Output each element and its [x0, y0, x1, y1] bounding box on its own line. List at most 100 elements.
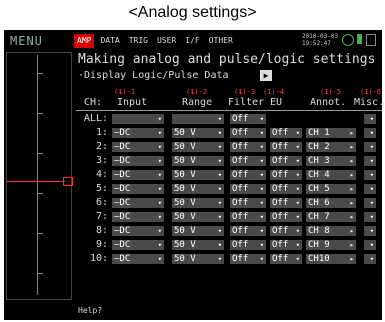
- annotation-field[interactable]: CH 1 ▸: [306, 128, 356, 138]
- range-dropdown[interactable]: 50 V ▾: [172, 156, 224, 166]
- annotation-field[interactable]: CH 5 ▸: [306, 184, 356, 194]
- triangle-down-icon: ▾: [217, 143, 222, 151]
- filter-dropdown[interactable]: Off ▾: [230, 170, 266, 180]
- misc-dropdown[interactable]: ▾: [364, 142, 376, 152]
- range-dropdown[interactable]: 50 V ▾: [172, 240, 224, 250]
- triangle-down-icon: ▾: [369, 255, 374, 263]
- filter-dropdown[interactable]: Off ▾: [230, 226, 266, 236]
- filter-dropdown-value: Off: [232, 184, 249, 194]
- filter-dropdown[interactable]: Off ▾: [230, 212, 266, 222]
- input-dropdown[interactable]: —DC ▾: [112, 128, 164, 138]
- annotation-field[interactable]: CH10 ▸: [306, 254, 356, 264]
- range-dropdown[interactable]: 50 V ▾: [172, 212, 224, 222]
- eu-dropdown[interactable]: Off ▾: [270, 184, 302, 194]
- misc-dropdown[interactable]: ▾: [364, 128, 376, 138]
- tab-other[interactable]: OTHER: [206, 34, 236, 48]
- annotation-field[interactable]: CH 8 ▸: [306, 226, 356, 236]
- triangle-right-icon: ▸: [349, 143, 354, 151]
- eu-dropdown[interactable]: Off ▾: [270, 226, 302, 236]
- col-misc: Misc.: [354, 97, 382, 108]
- tab-trig[interactable]: TRIG: [126, 34, 151, 48]
- input-dropdown[interactable]: —DC ▾: [112, 184, 164, 194]
- all-misc-dropdown[interactable]: ▾: [364, 114, 376, 124]
- annotation-field-value: CH 2: [308, 142, 330, 152]
- menu-label[interactable]: MENU: [10, 34, 43, 48]
- filter-dropdown[interactable]: Off ▾: [230, 184, 266, 194]
- all-range-dropdown[interactable]: ▾: [172, 114, 224, 124]
- input-dropdown[interactable]: —DC ▾: [112, 254, 164, 264]
- annotation-field-value: CH 5: [308, 184, 330, 194]
- all-input-dropdown[interactable]: ▾: [112, 114, 164, 124]
- misc-dropdown[interactable]: ▾: [364, 240, 376, 250]
- range-dropdown[interactable]: 50 V ▾: [172, 184, 224, 194]
- triangle-down-icon: ▾: [259, 157, 264, 165]
- annotation-input: (1)-1: [114, 88, 136, 96]
- tab-data[interactable]: DATA: [97, 34, 122, 48]
- channel-label: 3:: [95, 155, 108, 166]
- range-dropdown[interactable]: 50 V ▾: [172, 226, 224, 236]
- eu-dropdown[interactable]: Off ▾: [270, 170, 302, 180]
- input-dropdown[interactable]: —DC ▾: [112, 170, 164, 180]
- filter-dropdown[interactable]: Off ▾: [230, 254, 266, 264]
- misc-dropdown[interactable]: ▾: [364, 184, 376, 194]
- triangle-down-icon: ▾: [369, 115, 374, 123]
- misc-dropdown[interactable]: ▾: [364, 226, 376, 236]
- annotation-field[interactable]: CH 4 ▸: [306, 170, 356, 180]
- eu-dropdown-value: Off: [272, 156, 289, 166]
- triangle-down-icon: ▾: [217, 185, 222, 193]
- filter-dropdown-value: Off: [232, 240, 249, 250]
- triangle-down-icon: ▾: [259, 185, 264, 193]
- misc-dropdown[interactable]: ▾: [364, 254, 376, 264]
- filter-dropdown[interactable]: Off ▾: [230, 156, 266, 166]
- eu-dropdown[interactable]: Off ▾: [270, 198, 302, 208]
- misc-dropdown[interactable]: ▾: [364, 198, 376, 208]
- display-logic-button[interactable]: ▶: [260, 70, 272, 81]
- filter-dropdown[interactable]: Off ▾: [230, 142, 266, 152]
- misc-dropdown[interactable]: ▾: [364, 156, 376, 166]
- eu-dropdown[interactable]: Off ▾: [270, 212, 302, 222]
- axis-tick: [37, 273, 43, 274]
- filter-dropdown[interactable]: Off ▾: [230, 128, 266, 138]
- triangle-down-icon: ▾: [217, 241, 222, 249]
- channel-label: 10:: [89, 253, 108, 264]
- annotation-field-value: CH 1: [308, 128, 330, 138]
- input-dropdown[interactable]: —DC ▾: [112, 156, 164, 166]
- misc-dropdown[interactable]: ▾: [364, 170, 376, 180]
- all-filter-dropdown[interactable]: Off ▾: [230, 114, 266, 124]
- range-dropdown[interactable]: 50 V ▾: [172, 170, 224, 180]
- annotation-field-value: CH10: [308, 254, 330, 264]
- eu-dropdown-value: Off: [272, 198, 289, 208]
- annotation-field[interactable]: CH 7 ▸: [306, 212, 356, 222]
- eu-dropdown[interactable]: Off ▾: [270, 240, 302, 250]
- eu-dropdown[interactable]: Off ▾: [270, 254, 302, 264]
- eu-dropdown[interactable]: Off ▾: [270, 128, 302, 138]
- input-dropdown[interactable]: —DC ▾: [112, 198, 164, 208]
- range-dropdown[interactable]: 50 V ▾: [172, 142, 224, 152]
- annotation-field[interactable]: CH 2 ▸: [306, 142, 356, 152]
- filter-dropdown[interactable]: Off ▾: [230, 198, 266, 208]
- misc-dropdown[interactable]: ▾: [364, 212, 376, 222]
- annotation-field[interactable]: CH 3 ▸: [306, 156, 356, 166]
- range-dropdown[interactable]: 50 V ▾: [172, 128, 224, 138]
- input-dropdown[interactable]: —DC ▾: [112, 212, 164, 222]
- eu-dropdown[interactable]: Off ▾: [270, 142, 302, 152]
- annotation-field[interactable]: CH 9 ▸: [306, 240, 356, 250]
- range-dropdown[interactable]: 50 V ▾: [172, 254, 224, 264]
- triangle-down-icon: ▾: [157, 227, 162, 235]
- range-dropdown[interactable]: 50 V ▾: [172, 198, 224, 208]
- device-screen: MENU AMP DATA TRIG USER I/F OTHER 2010-0…: [4, 30, 382, 320]
- tab-amp[interactable]: AMP: [74, 34, 95, 48]
- annotation-field[interactable]: CH 6 ▸: [306, 198, 356, 208]
- input-dropdown[interactable]: —DC ▾: [112, 240, 164, 250]
- tab-if[interactable]: I/F: [182, 34, 202, 48]
- input-dropdown-value: —DC: [114, 156, 131, 166]
- eu-dropdown[interactable]: Off ▾: [270, 156, 302, 166]
- triangle-right-icon: ▸: [349, 199, 354, 207]
- panel-title: Making analog and pulse/logic settings: [78, 52, 376, 67]
- tab-user[interactable]: USER: [154, 34, 179, 48]
- filter-dropdown[interactable]: Off ▾: [230, 240, 266, 250]
- input-dropdown[interactable]: —DC ▾: [112, 226, 164, 236]
- all-row-label: ALL:: [83, 113, 108, 124]
- input-dropdown[interactable]: —DC ▾: [112, 142, 164, 152]
- triangle-down-icon: ▾: [157, 115, 162, 123]
